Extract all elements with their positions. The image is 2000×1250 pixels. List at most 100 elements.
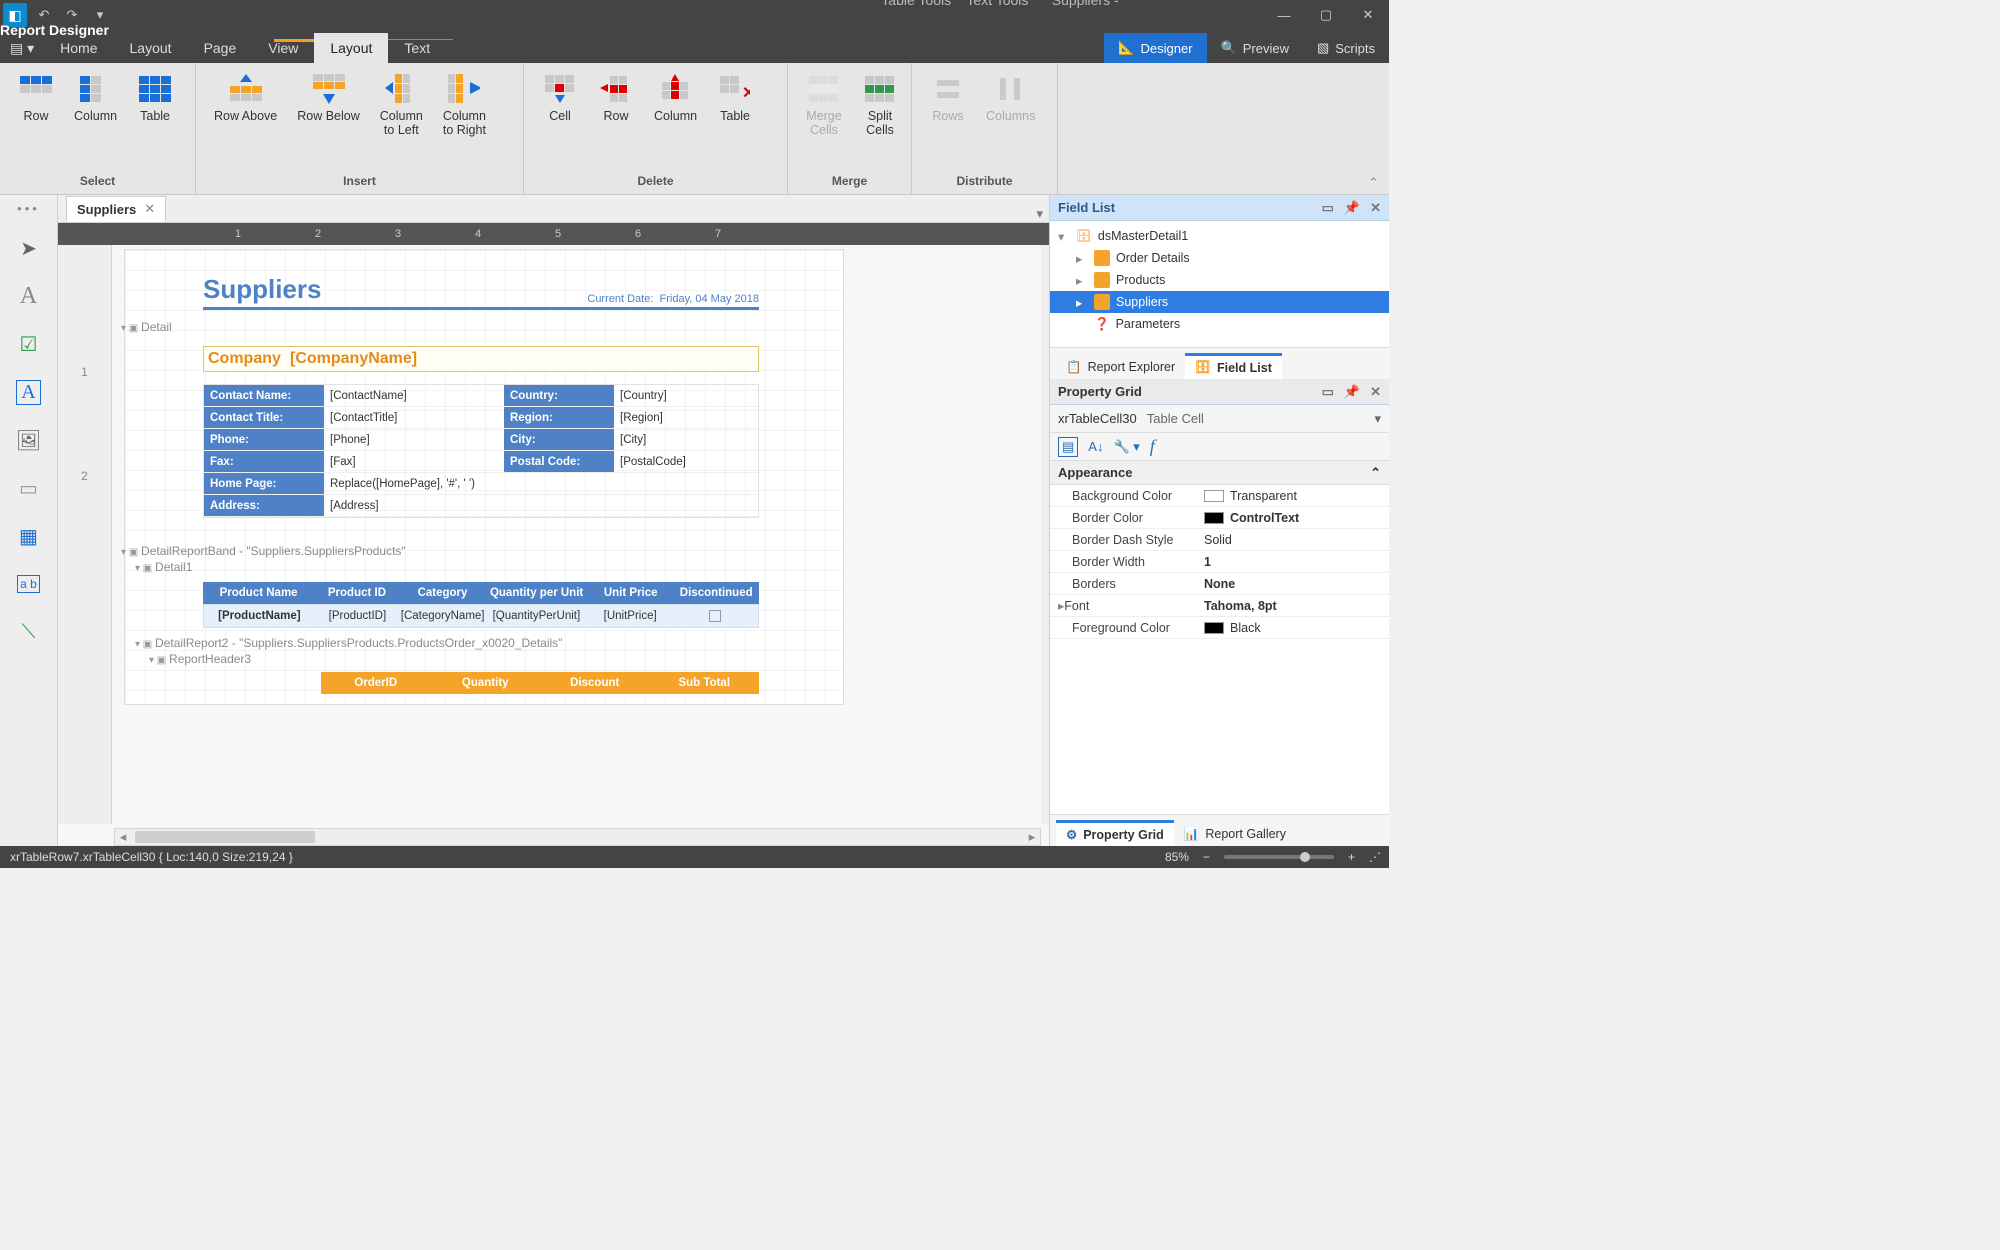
band-drb2[interactable]: DetailReport2 - "Suppliers.SuppliersProd… <box>135 636 843 650</box>
tab-menu-dropdown[interactable]: ▾ <box>1036 206 1043 222</box>
minimize-button[interactable]: — <box>1263 0 1305 30</box>
mode-designer[interactable]: 📐Designer <box>1104 33 1206 63</box>
vertical-ruler: 12 <box>58 245 112 824</box>
app-menu[interactable]: ▤ ▾ <box>0 33 44 63</box>
close-tab-icon[interactable]: ✕ <box>144 201 155 217</box>
band-detail[interactable]: Detail <box>121 320 843 334</box>
chevron-down-icon[interactable]: ▾ <box>1374 411 1381 427</box>
checkbox-tool[interactable]: ☑ <box>13 328 45 360</box>
company-row[interactable]: Company [CompanyName] <box>203 346 759 372</box>
resize-grip-icon[interactable]: ⋰ <box>1369 850 1379 864</box>
label-tool[interactable]: A <box>13 280 45 312</box>
insert-col-left-button[interactable]: Column to Left <box>370 69 433 174</box>
status-path: xrTableRow7.xrTableCell30 { Loc:140,0 Si… <box>10 850 293 864</box>
report-title: Suppliers <box>203 274 321 305</box>
restore-icon[interactable]: ▭ <box>1322 384 1334 400</box>
zoom-in-button[interactable]: + <box>1348 850 1355 864</box>
report-header[interactable]: Suppliers Current Date: Friday, 04 May 2… <box>203 274 759 310</box>
split-cells-button[interactable]: Split Cells <box>852 69 908 174</box>
band-detail1[interactable]: Detail1 <box>135 560 843 574</box>
del-row-icon <box>600 73 632 105</box>
char-tool[interactable]: a b <box>13 568 45 600</box>
tab-view[interactable]: View <box>252 33 314 63</box>
select-row-button[interactable]: Row <box>8 69 64 174</box>
pg-row[interactable]: Border Width1 <box>1050 551 1389 573</box>
band-drb[interactable]: DetailReportBand - "Suppliers.SuppliersP… <box>121 544 843 558</box>
selected-object-row[interactable]: xrTableCell30Table Cell▾ <box>1050 405 1389 433</box>
tab-property-grid[interactable]: ⚙Property Grid <box>1056 820 1174 846</box>
restore-icon[interactable]: ▭ <box>1322 200 1334 216</box>
close-pane-icon[interactable]: ✕ <box>1370 200 1381 216</box>
alpha-icon[interactable]: A↓ <box>1088 439 1103 454</box>
picture-tool[interactable]: 🖼 <box>13 424 45 456</box>
richtext-tool[interactable]: A <box>13 376 45 408</box>
line-tool[interactable]: ⟍ <box>13 616 45 648</box>
pg-row[interactable]: Border Dash StyleSolid <box>1050 529 1389 551</box>
tab-page[interactable]: Page <box>188 33 253 63</box>
vertical-scrollbar[interactable] <box>1041 245 1049 824</box>
tree-order-details[interactable]: ▸Order Details <box>1050 247 1389 269</box>
tree-suppliers[interactable]: ▸Suppliers <box>1050 291 1389 313</box>
merge-icon <box>808 73 840 105</box>
redo-button[interactable]: ↷ <box>58 1 86 29</box>
pg-row[interactable]: ▸ FontTahoma, 8pt <box>1050 595 1389 617</box>
distribute-columns-button[interactable]: Columns <box>976 69 1045 174</box>
panel-tool[interactable]: ▭ <box>13 472 45 504</box>
del-cell-icon <box>544 73 576 105</box>
pin-icon[interactable]: 📌 <box>1344 200 1360 216</box>
select-column-button[interactable]: Column <box>64 69 127 174</box>
pin-icon[interactable]: 📌 <box>1344 384 1360 400</box>
doc-tab-strip: Suppliers✕ ▾ <box>58 195 1049 223</box>
pg-row[interactable]: Background ColorTransparent <box>1050 485 1389 507</box>
tree-root[interactable]: ▾🗄dsMasterDetail1 <box>1050 225 1389 247</box>
tab-report-gallery[interactable]: 📊Report Gallery <box>1174 820 1296 846</box>
insert-col-right-button[interactable]: Column to Right <box>433 69 496 174</box>
delete-column-button[interactable]: Column <box>644 69 707 174</box>
pg-row[interactable]: Border ColorControlText <box>1050 507 1389 529</box>
delete-table-button[interactable]: ✕Table <box>707 69 763 174</box>
delete-cell-button[interactable]: Cell <box>532 69 588 174</box>
pg-category-appearance[interactable]: Appearance⌃ <box>1050 461 1389 485</box>
tab-table-layout[interactable]: Layout <box>314 33 388 63</box>
expression-icon[interactable]: f <box>1150 436 1155 457</box>
canvas[interactable]: Suppliers Current Date: Friday, 04 May 2… <box>114 249 1041 824</box>
collapse-ribbon-button[interactable]: ⌃ <box>1368 175 1379 191</box>
categorized-icon[interactable]: ▤ <box>1058 437 1078 457</box>
detail-grid[interactable]: Contact Name:[ContactName] Country:[Coun… <box>203 384 759 518</box>
insert-row-below-button[interactable]: Row Below <box>287 69 370 174</box>
horizontal-scrollbar[interactable]: ◂▸ <box>114 828 1041 846</box>
tab-report-explorer[interactable]: 📋Report Explorer <box>1056 353 1185 379</box>
zoom-out-button[interactable]: − <box>1203 850 1210 864</box>
tab-field-list[interactable]: 🗄Field List <box>1185 353 1282 379</box>
tab-home[interactable]: Home <box>44 33 113 63</box>
order-header-row[interactable]: OrderIDQuantityDiscountSub Total <box>321 672 759 694</box>
zoom-slider[interactable] <box>1224 855 1334 859</box>
pointer-tool[interactable]: ➤ <box>13 232 45 264</box>
tab-text[interactable]: Text <box>388 33 446 63</box>
band-rh3[interactable]: ReportHeader3 <box>149 652 843 666</box>
pg-row[interactable]: BordersNone <box>1050 573 1389 595</box>
select-table-button[interactable]: Table <box>127 69 183 174</box>
distribute-rows-button[interactable]: Rows <box>920 69 976 174</box>
doc-tab[interactable]: Suppliers✕ <box>66 196 166 222</box>
merge-cells-button[interactable]: Merge Cells <box>796 69 852 174</box>
group-merge-label: Merge <box>788 174 911 194</box>
close-button[interactable]: ✕ <box>1347 0 1389 30</box>
undo-button[interactable]: ↶ <box>30 1 58 29</box>
mode-preview[interactable]: 🔍Preview <box>1207 33 1303 63</box>
wrench-icon[interactable]: 🔧 ▾ <box>1113 439 1139 455</box>
product-header-row[interactable]: Product NameProduct IDCategoryQuantity p… <box>203 582 759 604</box>
mode-scripts[interactable]: ▧Scripts <box>1303 33 1389 63</box>
delete-row-button[interactable]: Row <box>588 69 644 174</box>
qat-dropdown[interactable]: ▾ <box>86 1 114 29</box>
group-delete-label: Delete <box>524 174 787 194</box>
tab-layout[interactable]: Layout <box>114 33 188 63</box>
insert-row-above-button[interactable]: Row Above <box>204 69 287 174</box>
tree-parameters[interactable]: ❓Parameters <box>1050 313 1389 335</box>
table-tool[interactable]: ▦ <box>13 520 45 552</box>
tree-products[interactable]: ▸Products <box>1050 269 1389 291</box>
close-pane-icon[interactable]: ✕ <box>1370 384 1381 400</box>
maximize-button[interactable]: ▢ <box>1305 0 1347 30</box>
product-data-row[interactable]: [ProductName][ProductID][CategoryName][Q… <box>203 604 759 628</box>
pg-row[interactable]: Foreground ColorBlack <box>1050 617 1389 639</box>
